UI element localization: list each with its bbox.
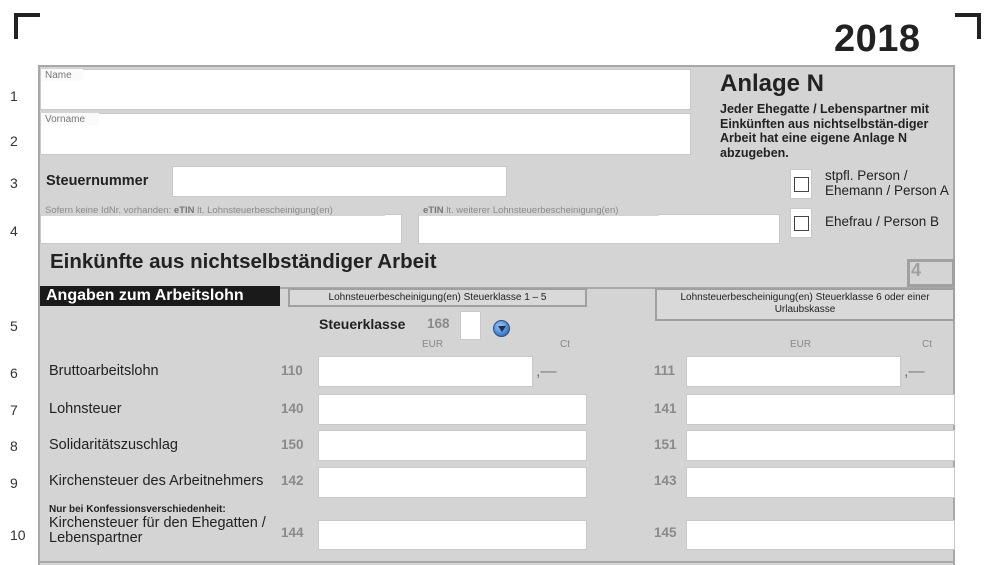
- checkbox-person-a-label: stpfl. Person / Ehemann / Person A: [825, 168, 949, 198]
- row-number-3: 3: [10, 175, 18, 191]
- corner-mark-top-left: [14, 13, 40, 39]
- checkbox-person-b-box: [790, 208, 812, 238]
- kirchensteuer-arbeitnehmer-input-6[interactable]: [686, 467, 955, 498]
- code-141: 141: [654, 401, 677, 416]
- code-144: 144: [281, 525, 304, 540]
- code-150: 150: [281, 437, 304, 452]
- page-number: 4: [911, 260, 922, 280]
- vorname-input[interactable]: [40, 113, 691, 155]
- steuerklasse-code: 168: [427, 316, 450, 331]
- vorname-label: Vorname: [41, 113, 99, 125]
- tab-steuerklasse-6[interactable]: Lohnsteuerbescheinigung(en) Steuerklasse…: [655, 288, 955, 321]
- row-number-4: 4: [10, 223, 18, 239]
- row-number-9: 9: [10, 475, 18, 491]
- checkbox-person-a[interactable]: [794, 177, 809, 192]
- konfession-note: Nur bei Konfessionsverschiedenheit:: [49, 504, 226, 515]
- checkbox-person-b[interactable]: [794, 216, 809, 231]
- steuernummer-label: Steuernummer: [46, 173, 149, 189]
- anlage-description: Jeder Ehegatte / Lebenspartner mit Einkü…: [720, 102, 930, 160]
- row-number-1: 1: [10, 88, 18, 104]
- row-label-kirchensteuer-arbeitnehmer: Kirchensteuer des Arbeitnehmers: [49, 473, 264, 489]
- row-number-2: 2: [10, 133, 18, 149]
- form-year: 2018: [834, 18, 921, 60]
- kirchensteuer-ehegatte-input-6[interactable]: [686, 520, 955, 550]
- code-143: 143: [654, 473, 677, 488]
- checkbox-person-a-box: [790, 169, 812, 199]
- row-number-6: 6: [10, 365, 18, 381]
- bruttoarbeitslohn-input-1-5[interactable]: [318, 356, 533, 387]
- bruttoarbeitslohn-input-6[interactable]: [686, 356, 901, 387]
- steuernummer-input[interactable]: [172, 166, 507, 197]
- code-111: 111: [654, 363, 676, 378]
- kirchensteuer-ehegatte-input-1-5[interactable]: [318, 520, 587, 550]
- anlage-title: Anlage N: [720, 70, 825, 97]
- row-number-7: 7: [10, 402, 18, 418]
- code-110: 110: [281, 363, 303, 378]
- code-142: 142: [281, 473, 304, 488]
- checkbox-person-b-label: Ehefrau / Person B: [825, 214, 940, 229]
- lohnsteuer-input-6[interactable]: [686, 394, 955, 425]
- row-label-bruttoarbeitslohn: Bruttoarbeitslohn: [49, 363, 159, 379]
- unit-eur-right: EUR: [790, 339, 812, 350]
- solidaritaetszuschlag-input-6[interactable]: [686, 430, 955, 461]
- row-number-5: 5: [10, 318, 18, 334]
- row-number-8: 8: [10, 438, 18, 454]
- corner-mark-top-right: [955, 13, 981, 39]
- tab-steuerklasse-1-5[interactable]: Lohnsteuerbescheinigung(en) Steuerklasse…: [288, 288, 587, 307]
- etin-label: Sofern keine IdNr. vorhanden: eTIN lt. L…: [41, 204, 385, 216]
- code-145: 145: [654, 525, 677, 540]
- row-label-kirchensteuer-ehegatte: Kirchensteuer für den Ehegatten / Lebens…: [49, 515, 266, 546]
- kirchensteuer-arbeitnehmer-input-1-5[interactable]: [318, 467, 587, 498]
- etin-input[interactable]: [40, 214, 402, 244]
- name-input[interactable]: [40, 69, 691, 110]
- lohnsteuer-input-1-5[interactable]: [318, 394, 587, 425]
- section-heading: Einkünfte aus nichtselbständiger Arbeit: [50, 250, 437, 273]
- etin-weitere-label: eTIN lt. weiterer Lohnsteuerbescheinigun…: [419, 204, 659, 216]
- code-140: 140: [281, 401, 304, 416]
- subsection-heading: Angaben zum Arbeitslohn: [40, 286, 280, 306]
- solidaritaetszuschlag-input-1-5[interactable]: [318, 430, 587, 461]
- bottom-divider: [38, 561, 955, 563]
- row-label-solidaritaetszuschlag: Solidaritätszuschlag: [49, 437, 178, 453]
- dropdown-arrow-icon[interactable]: [493, 320, 510, 337]
- unit-eur-left: EUR: [422, 339, 444, 350]
- row-number-10: 10: [10, 527, 26, 543]
- etin-weitere-input[interactable]: [418, 214, 780, 244]
- steuerklasse-input[interactable]: [460, 311, 481, 340]
- steuerklasse-label: Steuerklasse: [319, 316, 406, 332]
- unit-ct-left: Ct: [560, 339, 570, 350]
- cents-dash-right: ,—: [904, 363, 925, 380]
- unit-ct-right: Ct: [922, 339, 932, 350]
- name-label: Name: [41, 69, 83, 81]
- row-label-lohnsteuer: Lohnsteuer: [49, 401, 122, 417]
- code-151: 151: [654, 437, 677, 452]
- cents-dash-left: ,—: [536, 363, 557, 380]
